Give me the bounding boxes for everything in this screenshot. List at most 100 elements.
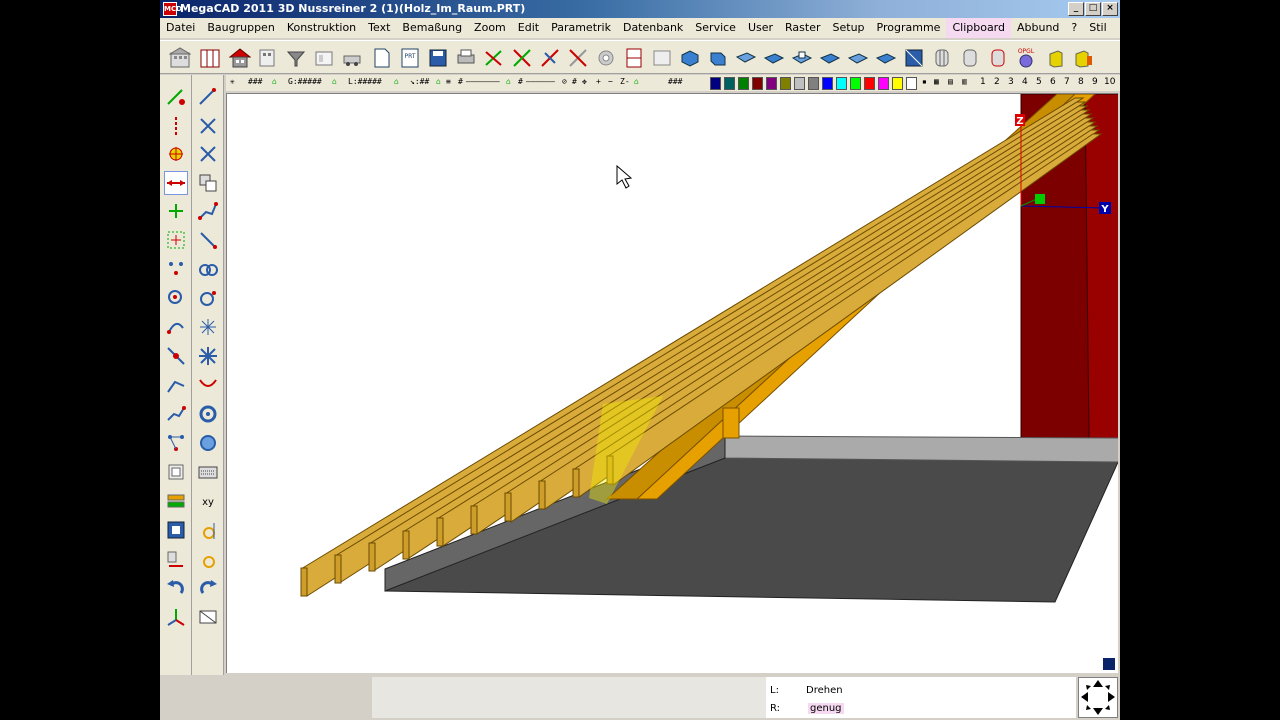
mirror-icon[interactable]	[164, 547, 188, 571]
angle-line-icon[interactable]	[164, 373, 188, 397]
car-icon[interactable]	[340, 45, 364, 71]
layer-2[interactable]: 2	[994, 77, 1000, 87]
corner-button[interactable]	[1102, 657, 1116, 671]
chain-icon[interactable]	[196, 199, 220, 223]
solid-plate-icon[interactable]	[762, 45, 786, 71]
color-swatch[interactable]	[794, 77, 805, 90]
angle-icon[interactable]: ⊘	[562, 77, 567, 86]
funnel-icon[interactable]	[284, 45, 308, 71]
tool-disabled-icon[interactable]	[566, 45, 590, 71]
asterisk-icon[interactable]	[196, 344, 220, 368]
slider-line[interactable]: ——————	[526, 77, 555, 86]
grid-building-icon[interactable]	[198, 45, 222, 71]
xyz-icon[interactable]: xy	[196, 489, 220, 513]
cylinder-red-icon[interactable]	[986, 45, 1010, 71]
color-swatch[interactable]	[892, 77, 903, 90]
layer-5[interactable]: 5	[1036, 77, 1042, 87]
grid-snap-icon[interactable]	[164, 228, 188, 252]
monitor-icon[interactable]: ▪	[922, 77, 927, 86]
menu-raster[interactable]: Raster	[779, 18, 826, 38]
snap-point-icon[interactable]	[164, 85, 188, 109]
slider-line[interactable]: ———————	[466, 77, 500, 86]
hash-field-right[interactable]: ###	[668, 77, 682, 86]
transform-icon[interactable]	[164, 518, 188, 542]
frame-icon[interactable]	[312, 45, 336, 71]
building-icon[interactable]	[168, 45, 192, 71]
gear-icon[interactable]	[594, 45, 618, 71]
layer-1[interactable]: 1	[980, 77, 986, 87]
fraction-icon[interactable]	[196, 518, 220, 542]
zoom-field[interactable]: Z-	[620, 77, 630, 86]
frame-3d-icon[interactable]	[164, 460, 188, 484]
cylinder-ribbed-icon[interactable]	[930, 45, 954, 71]
color-swatch[interactable]	[906, 77, 917, 90]
yellow-block-plus-icon[interactable]	[1072, 45, 1096, 71]
bend-icon[interactable]	[196, 373, 220, 397]
box-outline-icon[interactable]	[650, 45, 674, 71]
diagonal-tool-icon[interactable]	[538, 45, 562, 71]
layer-7[interactable]: 7	[1064, 77, 1070, 87]
close-button[interactable]: ×	[1102, 2, 1118, 16]
solid-slab-icon[interactable]	[734, 45, 758, 71]
half-cross-icon[interactable]	[196, 142, 220, 166]
solid-union-icon[interactable]	[790, 45, 814, 71]
lock-icon[interactable]: ⌂	[506, 77, 511, 86]
color-swatch[interactable]	[836, 77, 847, 90]
view-box-icon[interactable]	[196, 605, 220, 629]
lock-icon[interactable]: ⌂	[394, 77, 399, 86]
cylinder-icon[interactable]	[958, 45, 982, 71]
redo-icon[interactable]	[196, 576, 220, 600]
color-swatch[interactable]	[850, 77, 861, 90]
star-icon[interactable]	[196, 315, 220, 339]
distance-arrow-icon[interactable]	[164, 171, 188, 195]
maximize-button[interactable]: □	[1085, 2, 1101, 16]
prt-file-icon[interactable]: PRT	[398, 45, 422, 71]
menu-text[interactable]: Text	[362, 18, 396, 38]
lock-icon[interactable]: ⌂	[436, 77, 441, 86]
solid-subtract-icon[interactable]	[818, 45, 842, 71]
layers-icon[interactable]	[164, 489, 188, 513]
layer-4[interactable]: 4	[1022, 77, 1028, 87]
line-angle-icon[interactable]	[196, 85, 220, 109]
save-icon[interactable]	[426, 45, 450, 71]
menu-datei[interactable]: Datei	[160, 18, 201, 38]
move-icon[interactable]: ✥	[582, 77, 587, 86]
menu-parametrik[interactable]: Parametrik	[545, 18, 617, 38]
hash-field-2[interactable]: #	[518, 77, 523, 86]
keyboard-icon[interactable]	[196, 460, 220, 484]
axis-icon[interactable]	[164, 605, 188, 629]
layer-toggle-icon[interactable]: ▦	[934, 77, 939, 86]
layer-6[interactable]: 6	[1050, 77, 1056, 87]
cross-icon[interactable]	[196, 114, 220, 138]
hash-field-3[interactable]: #	[572, 77, 577, 86]
vertical-dash-icon[interactable]	[164, 114, 188, 138]
add-point-icon[interactable]	[164, 199, 188, 223]
navigation-pad[interactable]	[1078, 677, 1118, 718]
line-tool-icon[interactable]	[482, 45, 506, 71]
color-swatch[interactable]	[710, 77, 721, 90]
cross-tool-icon[interactable]	[510, 45, 534, 71]
layer-edit-icon[interactable]: ▤	[948, 77, 953, 86]
color-swatch[interactable]	[878, 77, 889, 90]
stack-icon[interactable]	[256, 45, 280, 71]
color-swatch[interactable]	[766, 77, 777, 90]
menu-datenbank[interactable]: Datenbank	[617, 18, 689, 38]
window-tool-icon[interactable]	[622, 45, 646, 71]
fraction-alt-icon[interactable]	[196, 547, 220, 571]
rotate-circle-icon[interactable]	[196, 402, 220, 426]
layer-10[interactable]: 10	[1104, 77, 1115, 87]
menu-abbund[interactable]: Abbund	[1011, 18, 1065, 38]
solid-box-icon[interactable]	[678, 45, 702, 71]
circles-icon[interactable]	[196, 257, 220, 281]
intersect-box-icon[interactable]	[196, 171, 220, 195]
menu-setup[interactable]: Setup	[827, 18, 871, 38]
network-icon[interactable]	[164, 431, 188, 455]
lock-icon[interactable]: ⌂	[272, 77, 277, 86]
menu-baugruppen[interactable]: Baugruppen	[201, 18, 280, 38]
undo-icon[interactable]	[164, 576, 188, 600]
angle-field[interactable]: ↘:##	[410, 77, 429, 86]
menu-zoom[interactable]: Zoom	[468, 18, 512, 38]
color-swatch[interactable]	[822, 77, 833, 90]
tangent-icon[interactable]	[164, 344, 188, 368]
layer-3[interactable]: 3	[1008, 77, 1014, 87]
